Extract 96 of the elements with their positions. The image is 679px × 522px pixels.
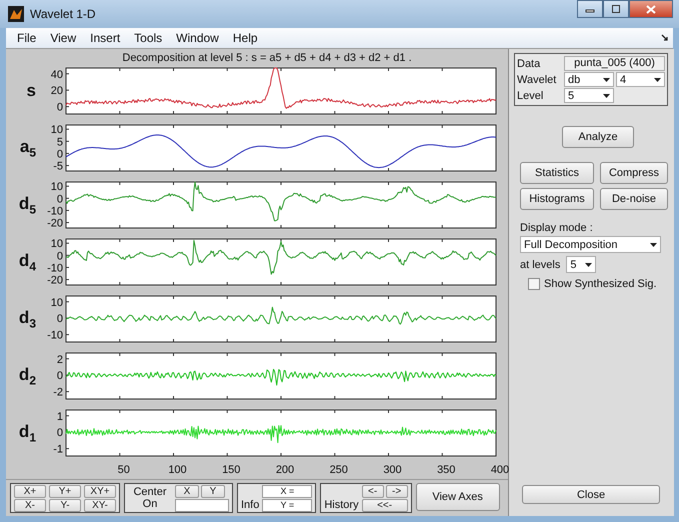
plot-label: a$_{5}$ bbox=[18, 136, 37, 160]
wavelet-order-dropdown[interactable]: 4 bbox=[616, 72, 665, 87]
close-button[interactable] bbox=[629, 0, 673, 18]
history-back-button[interactable]: <- bbox=[362, 484, 384, 498]
view-axes-button[interactable]: View Axes bbox=[416, 483, 500, 511]
axis-tick-label: -2 bbox=[53, 386, 63, 399]
plot-label: d$_{4}$ bbox=[18, 250, 37, 274]
info-x-field: X = bbox=[262, 484, 312, 498]
axis-tick-label: -20 bbox=[47, 218, 63, 230]
levels-dropdown[interactable]: 5 bbox=[566, 256, 596, 273]
axis-tick-label: 10 bbox=[50, 124, 63, 136]
checkbox-label: Show Synthesized Sig. bbox=[544, 278, 657, 290]
axis-tick-label: 300 bbox=[383, 464, 402, 476]
tool-button[interactable]: Histograms bbox=[520, 188, 594, 210]
menu-item[interactable]: Help bbox=[226, 31, 265, 45]
axis-tick-label: 0 bbox=[56, 427, 63, 440]
axis-tick-label: 0 bbox=[56, 370, 63, 382]
history-forward-button[interactable]: -> bbox=[386, 484, 408, 498]
info-label: Info bbox=[241, 499, 260, 511]
axis-tick-label: -10 bbox=[47, 262, 63, 274]
axis-tick-label: 0 bbox=[56, 250, 63, 262]
axis-tick-label: 0 bbox=[56, 148, 63, 160]
close-window-button[interactable]: Close bbox=[522, 485, 660, 504]
plot-title: Decomposition at level 5 : s = a5 + d5 + d4 + d3 + d2 + d1 . bbox=[121, 51, 413, 66]
axis-tick-label: -10 bbox=[47, 330, 63, 342]
center-x-button[interactable]: X bbox=[175, 484, 199, 498]
wavelet-label: Wavelet bbox=[517, 74, 558, 86]
app-icon bbox=[8, 6, 24, 22]
axis-tick-label: 10 bbox=[50, 296, 63, 309]
dropdown-arrow-icon bbox=[650, 242, 657, 246]
dropdown-arrow-icon bbox=[603, 78, 610, 82]
axis-tick-label: 10 bbox=[50, 238, 63, 250]
plot-label: d$_{3}$ bbox=[18, 308, 37, 330]
tool-button[interactable]: Statistics bbox=[520, 162, 594, 184]
menu-item[interactable]: Tools bbox=[127, 31, 170, 45]
wavelet-family-dropdown[interactable]: db bbox=[564, 72, 614, 87]
display-mode-label: Display mode : bbox=[520, 222, 594, 234]
axis-tick-label: 5 bbox=[56, 136, 63, 148]
plot-label: d$_{2}$ bbox=[18, 364, 37, 388]
axis-tick-label: 50 bbox=[118, 464, 130, 476]
menu-item[interactable]: Insert bbox=[83, 31, 128, 45]
data-label: Data bbox=[517, 58, 542, 70]
zoom-button[interactable]: XY- bbox=[84, 499, 116, 512]
axis-tick-label: 350 bbox=[437, 464, 456, 476]
window-title: Wavelet 1-D bbox=[30, 7, 97, 21]
checkbox[interactable] bbox=[528, 278, 540, 290]
axis-tick-label: -5 bbox=[53, 160, 63, 173]
axis-tick-label: 0 bbox=[56, 193, 63, 206]
axis-tick-label: 400 bbox=[490, 464, 510, 476]
tool-button[interactable]: De-noise bbox=[600, 188, 668, 210]
axis-tick-label: 150 bbox=[222, 464, 240, 476]
dropdown-arrow-icon bbox=[603, 94, 610, 98]
menu-item[interactable]: File bbox=[10, 31, 44, 45]
tool-button[interactable]: Compress bbox=[600, 162, 668, 184]
axis-tick-label: 200 bbox=[276, 464, 294, 476]
zoom-button[interactable]: X+ bbox=[14, 485, 46, 498]
axis-tick-label: -20 bbox=[47, 274, 63, 287]
axis-tick-label: 20 bbox=[50, 85, 63, 98]
maximize-button[interactable] bbox=[603, 0, 629, 18]
plot-label: d$_{5}$ bbox=[18, 194, 37, 216]
axis-tick-label: 2 bbox=[56, 354, 63, 366]
axis-tick-label: 100 bbox=[168, 464, 187, 476]
level-label: Level bbox=[517, 90, 544, 102]
zoom-button[interactable]: Y+ bbox=[49, 485, 81, 498]
axis-tick-label: -10 bbox=[47, 205, 63, 218]
axis-tick-label: -1 bbox=[53, 444, 63, 456]
data-field: punta_005 (400) bbox=[564, 56, 665, 71]
close-icon bbox=[646, 4, 656, 14]
dropdown-arrow-icon bbox=[654, 78, 661, 82]
axis-tick-label: 10 bbox=[50, 181, 63, 194]
levels-label: at levels bbox=[520, 258, 560, 270]
plot-label: s bbox=[26, 81, 37, 101]
dropdown-arrow-icon bbox=[585, 262, 592, 266]
center-field[interactable] bbox=[175, 498, 229, 512]
minimize-button[interactable] bbox=[577, 0, 603, 18]
analyze-button[interactable]: Analyze bbox=[562, 126, 634, 148]
info-y-field: Y = bbox=[262, 498, 312, 512]
center-y-button[interactable]: Y bbox=[201, 484, 225, 498]
zoom-button[interactable]: Y- bbox=[49, 499, 81, 512]
center-on-label: Center On bbox=[132, 486, 168, 510]
axis-tick-label: 0 bbox=[56, 102, 63, 114]
axis-tick-label: 250 bbox=[330, 464, 348, 476]
menu-item[interactable]: View bbox=[43, 31, 84, 45]
level-dropdown[interactable]: 5 bbox=[564, 88, 614, 103]
axis-tick-label: 1 bbox=[56, 410, 63, 423]
plot-label: d$_{1}$ bbox=[18, 422, 37, 444]
menu-item[interactable]: Window bbox=[169, 31, 226, 45]
history-label: History bbox=[324, 499, 359, 511]
display-mode-dropdown[interactable]: Full Decomposition bbox=[520, 236, 661, 253]
history-first-button[interactable]: <<- bbox=[362, 498, 408, 512]
zoom-button[interactable]: X- bbox=[14, 499, 46, 512]
axis-tick-label: 40 bbox=[50, 68, 63, 81]
zoom-button[interactable]: XY+ bbox=[84, 485, 116, 498]
maximize-icon bbox=[611, 5, 621, 13]
dock-arrow-icon[interactable] bbox=[661, 34, 669, 42]
axis-tick-label: 0 bbox=[56, 313, 63, 326]
